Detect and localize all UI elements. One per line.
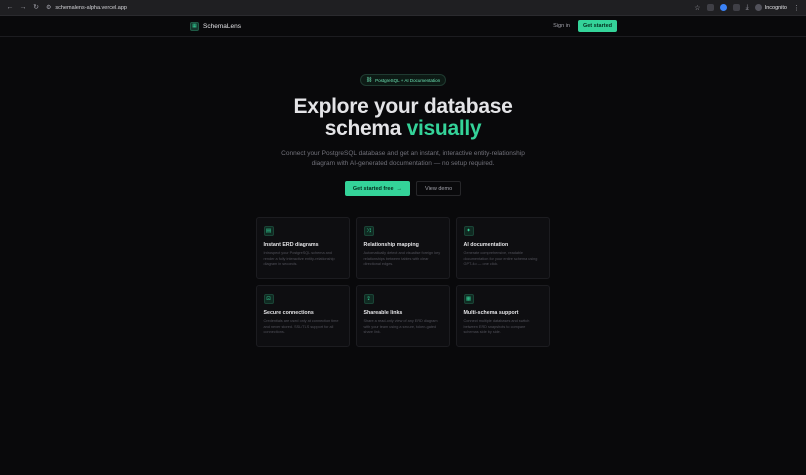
reload-icon[interactable]: ↻ — [32, 4, 40, 12]
site-header: ▦ SchemaLens Sign in Get started — [0, 16, 806, 37]
feature-title: Multi-schema support — [463, 310, 519, 316]
get-started-free-button[interactable]: Get started free → — [344, 181, 411, 196]
forward-icon[interactable]: → — [19, 4, 27, 12]
back-icon[interactable]: ← — [6, 4, 14, 12]
features-grid: ▤ Instant ERD diagrams Introspect your P… — [255, 217, 551, 347]
hero-title: Explore your database schema visually — [0, 96, 806, 140]
arrow-right-icon: → — [396, 185, 403, 192]
share-icon: ⇪ — [363, 294, 374, 304]
brand-name: SchemaLens — [203, 22, 241, 30]
feature-title: Instant ERD diagrams — [263, 242, 319, 248]
database-icon: ▤ — [263, 226, 274, 236]
feature-title: Shareable links — [363, 310, 403, 316]
feature-card: ⊡ Secure connections Credentials are use… — [255, 285, 350, 347]
header-get-started-button[interactable]: Get started — [577, 20, 617, 32]
brand[interactable]: ▦ SchemaLens — [190, 21, 241, 31]
view-demo-button[interactable]: View demo — [416, 181, 462, 196]
feature-title: Secure connections — [263, 310, 314, 316]
feature-description: Credentials are used only at connection … — [263, 319, 339, 335]
browser-nav: ← → ↻ — [6, 4, 40, 12]
relationship-icon: ⤨ — [363, 226, 374, 236]
browser-actions: ☆ ⤓ Incognito ⋮ — [694, 4, 800, 12]
profile-extension-icon[interactable] — [719, 4, 727, 11]
feature-title: Relationship mapping — [363, 242, 419, 248]
hero-title-line1: Explore your database — [293, 95, 513, 118]
address-bar[interactable]: ⚙ schemalens-alpha.vercel.app — [46, 4, 688, 12]
feature-description: Share a read-only view of any ERD diagra… — [363, 319, 438, 335]
feature-card: ✦ AI documentation Generate comprehensiv… — [455, 217, 550, 279]
hero-subtitle: Connect your PostgreSQL database and get… — [281, 150, 525, 167]
feature-description: Generate comprehensive, readable documen… — [463, 251, 538, 267]
feature-card: ▤ Instant ERD diagrams Introspect your P… — [255, 217, 350, 279]
cta-row: Get started free → View demo — [0, 181, 806, 196]
incognito-indicator[interactable]: Incognito — [754, 4, 787, 11]
menu-kebab-icon[interactable]: ⋮ — [793, 4, 800, 12]
header-actions: Sign in Get started — [553, 20, 617, 32]
incognito-label: Incognito — [764, 4, 787, 11]
feature-description: Connect multiple databases and switch be… — [463, 319, 530, 335]
hero-badge-text: PostgreSQL + AI Documentation — [375, 77, 441, 83]
hero-title-accent: visually — [406, 117, 482, 140]
logo-icon: ▦ — [190, 21, 199, 31]
grid-icon: ▦ — [463, 294, 474, 304]
feature-card: ▦ Multi-schema support Connect multiple … — [455, 285, 550, 347]
browser-toolbar: ← → ↻ ⚙ schemalens-alpha.vercel.app ☆ ⤓ … — [0, 0, 806, 16]
lock-icon: ⊡ — [263, 294, 274, 304]
signin-link[interactable]: Sign in — [553, 23, 570, 29]
hero-title-line2-prefix: schema — [324, 117, 407, 140]
get-started-free-label: Get started free — [352, 185, 394, 192]
feature-title: AI documentation — [463, 242, 509, 248]
extensions-puzzle-icon[interactable] — [732, 4, 740, 11]
extension-icon[interactable] — [706, 4, 714, 11]
url-text: schemalens-alpha.vercel.app — [55, 4, 127, 11]
hero: ⛓ PostgreSQL + AI Documentation Explore … — [0, 68, 806, 196]
feature-description: Introspect your PostgreSQL schema and re… — [263, 251, 335, 267]
site-info-icon[interactable]: ⚙ — [46, 4, 51, 11]
incognito-icon — [754, 4, 762, 11]
sparkles-icon: ✦ — [463, 226, 474, 236]
bookmark-star-icon[interactable]: ☆ — [694, 4, 700, 12]
link-icon: ⛓ — [365, 77, 373, 83]
feature-card: ⤨ Relationship mapping Automatically det… — [355, 217, 450, 279]
feature-card: ⇪ Shareable links Share a read-only view… — [355, 285, 450, 347]
feature-description: Automatically detect and visualise forei… — [363, 251, 441, 267]
download-icon[interactable]: ⤓ — [746, 4, 749, 12]
hero-badge: ⛓ PostgreSQL + AI Documentation — [359, 74, 447, 86]
